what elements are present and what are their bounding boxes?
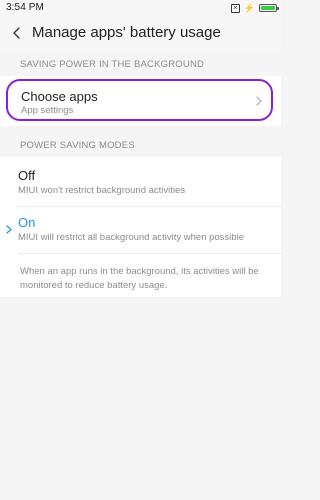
mode-on-title: On xyxy=(18,215,36,230)
battery-icon xyxy=(259,4,279,12)
back-arrow-icon[interactable] xyxy=(9,25,25,41)
app-bar: Manage apps' battery usage xyxy=(0,16,281,52)
choose-apps-subtitle: App settings xyxy=(21,105,74,116)
choose-apps-item[interactable]: Choose apps App settings xyxy=(6,79,273,121)
status-bar: 3:54 PM × ⚡ xyxy=(0,0,281,16)
chevron-right-icon xyxy=(256,96,262,106)
mode-on-subtitle: MIUI will restrict all background activi… xyxy=(18,232,244,243)
section-header-background: SAVING POWER IN THE BACKGROUND xyxy=(20,59,205,70)
mode-off-title: Off xyxy=(18,168,36,183)
sim-x-icon: × xyxy=(230,3,240,13)
choose-apps-title: Choose apps xyxy=(21,89,98,104)
status-icons: × ⚡ xyxy=(230,2,279,14)
page-title: Manage apps' battery usage xyxy=(32,24,221,41)
section-header-modes: POWER SAVING MODES xyxy=(20,140,135,151)
mode-option-on[interactable]: On MIUI will restrict all background act… xyxy=(0,207,281,253)
divider xyxy=(18,253,281,254)
checkmark-icon xyxy=(6,225,12,234)
status-time: 3:54 PM xyxy=(6,2,44,13)
info-text: When an app runs in the background, its … xyxy=(20,266,259,291)
lightning-icon: ⚡ xyxy=(243,3,255,13)
battery-level xyxy=(261,6,275,10)
mode-off-subtitle: MIUI won't restrict background activitie… xyxy=(18,185,186,196)
mode-option-off[interactable]: Off MIUI won't restrict background activ… xyxy=(0,160,281,206)
